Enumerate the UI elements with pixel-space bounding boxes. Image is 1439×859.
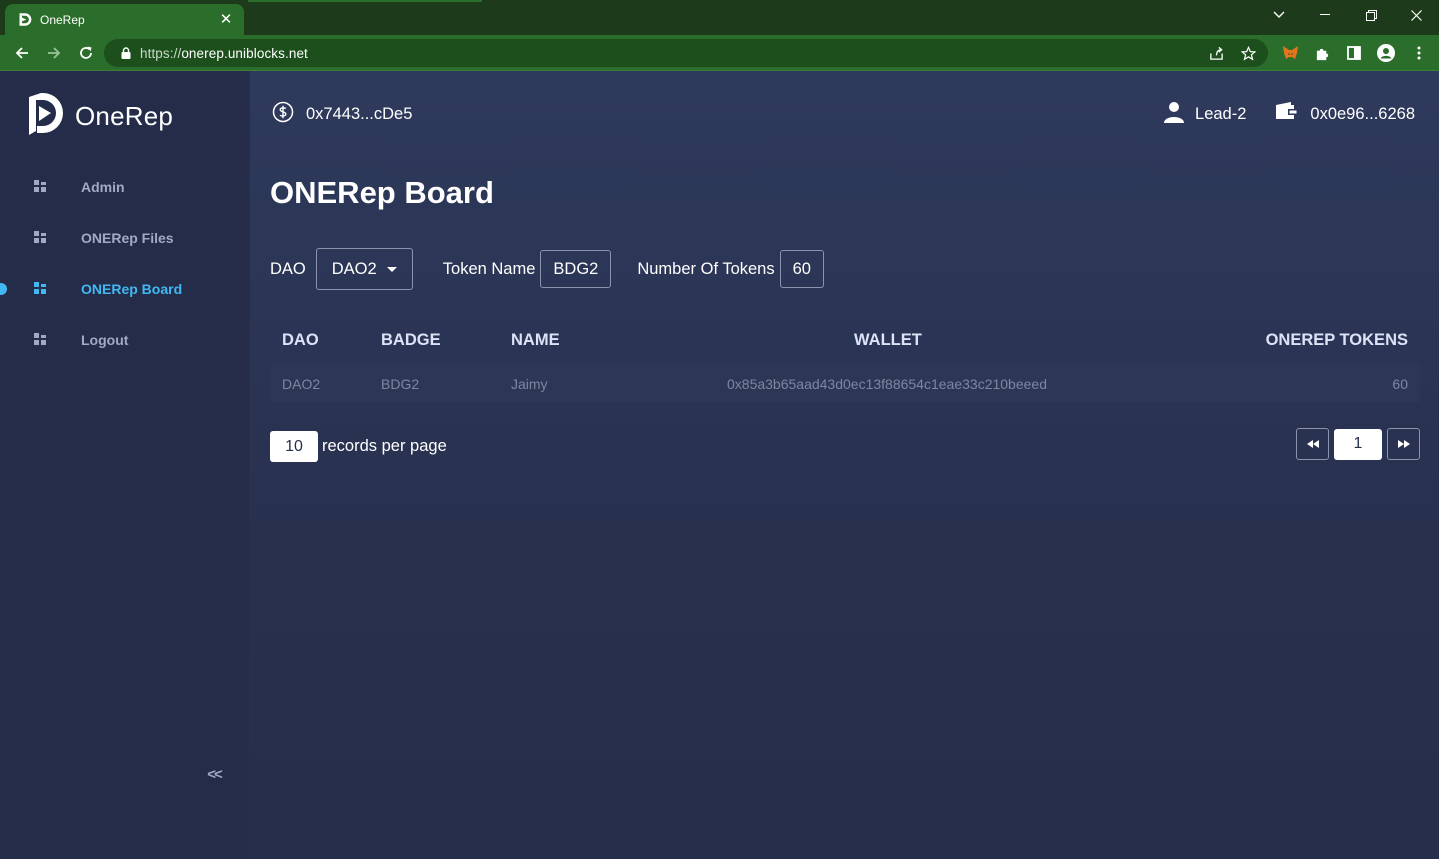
collapse-sidebar-button[interactable]: << [200,763,228,787]
sidebar-item-admin[interactable]: Admin [0,167,249,207]
records-per-page-label: records per page [322,437,447,455]
onerep-favicon-icon [16,12,32,28]
user-role: Lead-2 [1195,105,1247,123]
contract-address-text: 0x7443...cDe5 [306,105,413,123]
tab-search-icon[interactable] [1256,0,1302,30]
column-header-badge[interactable]: BADGE [381,331,441,350]
lock-icon[interactable] [118,45,134,61]
grid-icon [34,282,46,294]
column-header-wallet[interactable]: WALLET [854,331,922,350]
dao-dropdown[interactable]: DAO2 [315,248,413,290]
user-icon [1163,101,1185,128]
brand-name: OneRep [75,101,174,131]
cell-name: Jaimy [511,376,548,392]
sidebar-item-label: Admin [81,179,125,195]
browser-tab[interactable]: OneRep ✕ [5,4,244,35]
number-of-tokens-field[interactable]: 60 [779,250,824,288]
sidebar-item-onerep-board[interactable]: ONERep Board [0,269,249,309]
url-scheme: https:// [140,45,182,61]
sidebar-item-logout[interactable]: Logout [0,320,249,360]
bookmark-star-icon[interactable] [1232,39,1264,67]
grid-icon [34,231,46,243]
table-header: DAO BADGE NAME WALLET ONEREP TOKENS [270,321,1420,359]
address-bar[interactable]: https://onerep.uniblocks.net [104,39,1268,67]
column-header-name[interactable]: NAME [511,331,560,350]
close-tab-icon[interactable]: ✕ [218,11,234,28]
first-page-button[interactable] [1296,428,1329,460]
grid-icon [34,180,46,192]
cell-badge: BDG2 [381,376,420,392]
number-of-tokens-label: Number Of Tokens [637,259,775,278]
onerep-logo-icon [27,93,63,140]
brand-logo[interactable]: OneRep [27,93,173,140]
dollar-coin-icon [272,101,294,128]
back-arrow-icon[interactable] [8,39,36,67]
browser-tab-strip: OneRep ✕ [0,0,1439,35]
board-table: DAO BADGE NAME WALLET ONEREP TOKENS DAO2… [270,321,1420,402]
pagination: 1 [1296,428,1420,460]
restore-icon[interactable] [1348,0,1394,30]
dao-label: DAO [270,259,306,278]
sidebar-item-label: ONERep Files [81,230,174,246]
column-header-dao[interactable]: DAO [282,331,319,350]
cell-onerep-tokens: 60 [1392,376,1408,392]
top-header: 0x7443...cDe5 Lead-2 0x0e96...6268 [250,71,1439,155]
cell-wallet: 0x85a3b65aad43d0ec13f88654c1eae33c210bee… [727,376,1047,392]
token-name-label: Token Name [442,259,536,278]
url-text: https://onerep.uniblocks.net [140,46,308,61]
reload-icon[interactable] [72,39,100,67]
rewind-icon [1306,440,1319,448]
sidebar-item-onerep-files[interactable]: ONERep Files [0,218,249,258]
active-indicator [0,283,7,295]
tab-strip-divider [248,0,482,2]
browser-toolbar: https://onerep.uniblocks.net [0,35,1439,71]
caret-down-icon [386,266,397,272]
cell-dao: DAO2 [282,376,321,392]
fast-forward-icon [1397,440,1410,448]
current-page-input[interactable]: 1 [1334,428,1382,460]
main-content: 0x7443...cDe5 Lead-2 0x0e96...6268 ONERe… [250,71,1439,859]
wallet-icon [1274,102,1299,127]
records-per-page-input[interactable]: 10 [270,431,318,462]
records-per-page: 10 records per page [270,431,447,462]
last-page-button[interactable] [1387,428,1420,460]
close-window-icon[interactable] [1393,0,1439,30]
url-host: onerep.uniblocks.net [181,45,308,61]
column-header-onerep-tokens[interactable]: ONEREP TOKENS [1266,331,1408,350]
minimize-icon[interactable] [1302,0,1348,30]
browser-menu-icon[interactable] [1405,39,1433,67]
sidebar-item-label: Logout [81,332,129,348]
page-title: ONERep Board [270,175,494,210]
tab-title: OneRep [40,12,85,27]
extensions-puzzle-icon[interactable] [1308,39,1336,67]
grid-icon [34,333,46,345]
filter-bar: DAO DAO2 Token Name BDG2 Number Of Token… [270,248,824,290]
token-name-field[interactable]: BDG2 [540,250,612,288]
profile-icon[interactable] [1372,39,1400,67]
sidebar: OneRep Admin ONERep Files ONERep Board L… [0,71,249,859]
dao-dropdown-value: DAO2 [331,259,377,278]
contract-address: 0x7443...cDe5 [272,101,412,128]
sidebar-item-label: ONERep Board [81,281,183,297]
wallet-address[interactable]: 0x0e96...6268 [1310,105,1415,124]
forward-arrow-icon[interactable] [40,39,68,67]
side-panel-icon[interactable] [1340,39,1368,67]
user-info: Lead-2 0x0e96...6268 [1163,101,1415,128]
table-row[interactable]: DAO2 BDG2 Jaimy 0x85a3b65aad43d0ec13f886… [270,364,1420,402]
metamask-fox-icon[interactable] [1276,39,1304,67]
share-icon[interactable] [1200,39,1232,67]
